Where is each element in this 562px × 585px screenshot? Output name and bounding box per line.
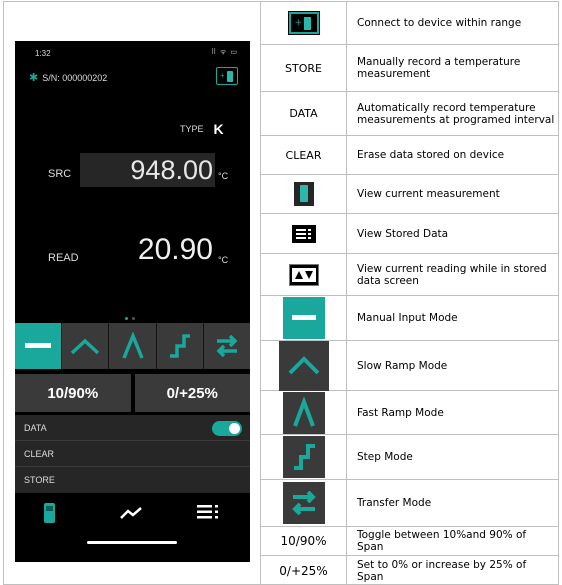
plus-icon: + [294,17,303,28]
phone-screen: 1:32 ⠿ ᯤ ▭ ✱ S/N: 000000202 + TYPE K SRC 9… [15,41,250,562]
mode-selector [15,323,250,369]
read-unit: °C [218,255,229,265]
row-key [261,340,347,391]
thermocouple-type: TYPE K [180,121,224,137]
row-description: Set to 0% or increase by 25% of Span [357,558,527,583]
table-row: Fast Ramp Mode [261,391,559,435]
manual-input-mode-button[interactable] [15,323,63,369]
serial-label: S/N: 000000202 [42,73,108,83]
table-row: Manual Input Mode [261,296,559,341]
row-description: Connect to device within range [357,16,522,29]
tab-graph-icon[interactable] [119,506,143,520]
table-row: View current measurement [261,175,559,214]
row-key: 0/+25% [261,556,347,585]
home-indicator [87,541,177,544]
slow-ramp-icon [278,340,329,391]
table-row: Step Mode [261,435,559,480]
manual-input-icon [282,297,325,339]
tab-stored-data-icon[interactable] [197,504,221,520]
fast-ramp-icon [121,332,144,359]
row-key [261,435,347,479]
row-description: Toggle between 10%and 90% of Span [357,529,527,553]
table-row: View Stored Data [261,214,559,254]
manual-input-icon [25,343,52,348]
fast-ramp-icon [282,391,325,434]
clear-item[interactable]: CLEAR [15,441,250,467]
tab-bar [15,496,250,562]
action-list: DATA CLEAR STORE [15,415,250,493]
slow-ramp-mode-button[interactable] [62,323,110,369]
row-key [261,391,347,434]
meter-body [299,185,308,202]
stored-data-icon [291,224,316,243]
table-row: + Connect to device within range [261,1,559,45]
row-key [261,254,347,295]
bluetooth-icon: ✱ [29,72,39,84]
table-row: STORE Manually record a temperature meas… [261,45,559,92]
table-row: 0/+25% Set to 0% or increase by 25% of S… [261,556,559,585]
serial-number: ✱ S/N: 000000202 [29,71,107,84]
row-description: View Stored Data [357,227,449,240]
span-buttons: 10/90% 0/+25% [15,374,250,412]
table-row: CLEAR Erase data stored on device [261,136,559,175]
row-key: 10/90% [261,527,347,555]
row-description: Manually record a temperature measuremen… [357,56,521,80]
fast-ramp-mode-button[interactable] [109,323,157,369]
span-0-25-button[interactable]: 0/+25% [134,374,250,412]
row-description: Fast Ramp Mode [357,406,444,419]
row-key [261,296,347,340]
type-label: TYPE [180,124,204,134]
row-key: STORE [261,45,347,91]
table-row: View current reading while in stored dat… [261,254,559,296]
row-description: Erase data stored on device [357,149,505,161]
store-item[interactable]: STORE [15,467,250,493]
row-key [261,480,347,526]
read-value: 20.90 [137,233,213,266]
updown-icon [288,263,319,286]
transfer-mode-button[interactable] [203,323,250,369]
row-description: Transfer Mode [357,497,432,509]
row-key [261,175,347,213]
type-value[interactable]: K [214,121,224,137]
status-time: 1:32 [35,49,51,58]
meter-icon [293,182,314,206]
row-key: CLEAR [261,136,347,174]
connect-icon: + [287,10,320,35]
data-label: DATA [24,423,47,433]
read-label: READ [48,252,79,264]
data-item[interactable]: DATA [15,415,250,441]
transfer-icon [216,334,238,358]
row-description: Step Mode [357,451,413,463]
span-10-90-button[interactable]: 10/90% [15,374,131,412]
meter-icon [303,16,311,30]
step-icon [169,334,190,358]
connect-button[interactable]: + [216,67,238,85]
src-value[interactable]: 948.00 [85,155,213,186]
meter-icon [227,71,233,82]
table-row: DATA Automatically record temperature me… [261,92,559,136]
transfer-icon [282,482,325,524]
store-label: STORE [24,475,55,485]
table-row: 10/90% Toggle between 10%and 90% of Span [261,527,559,556]
row-key [261,214,347,253]
row-description: View current measurement [357,188,500,200]
slow-ramp-icon [71,338,100,355]
src-unit: °C [218,171,229,181]
row-description: View current reading while in stored dat… [357,262,547,287]
status-icons: ⠿ ᯤ ▭ [210,49,238,56]
data-toggle[interactable] [212,421,242,436]
plus-icon: + [220,71,225,80]
row-description: Manual Input Mode [357,312,458,324]
table-row: Slow Ramp Mode [261,340,559,391]
table-row: Transfer Mode [261,480,559,527]
clear-label: CLEAR [24,449,55,459]
row-key: + [261,1,347,44]
step-mode-button[interactable] [156,323,204,369]
row-description: Automatically record temperature measure… [357,101,555,126]
row-key: DATA [261,92,347,135]
row-description: Slow Ramp Mode [357,359,448,372]
step-icon [282,436,325,478]
tab-meter-icon[interactable] [43,502,57,524]
src-label: SRC [48,168,72,180]
